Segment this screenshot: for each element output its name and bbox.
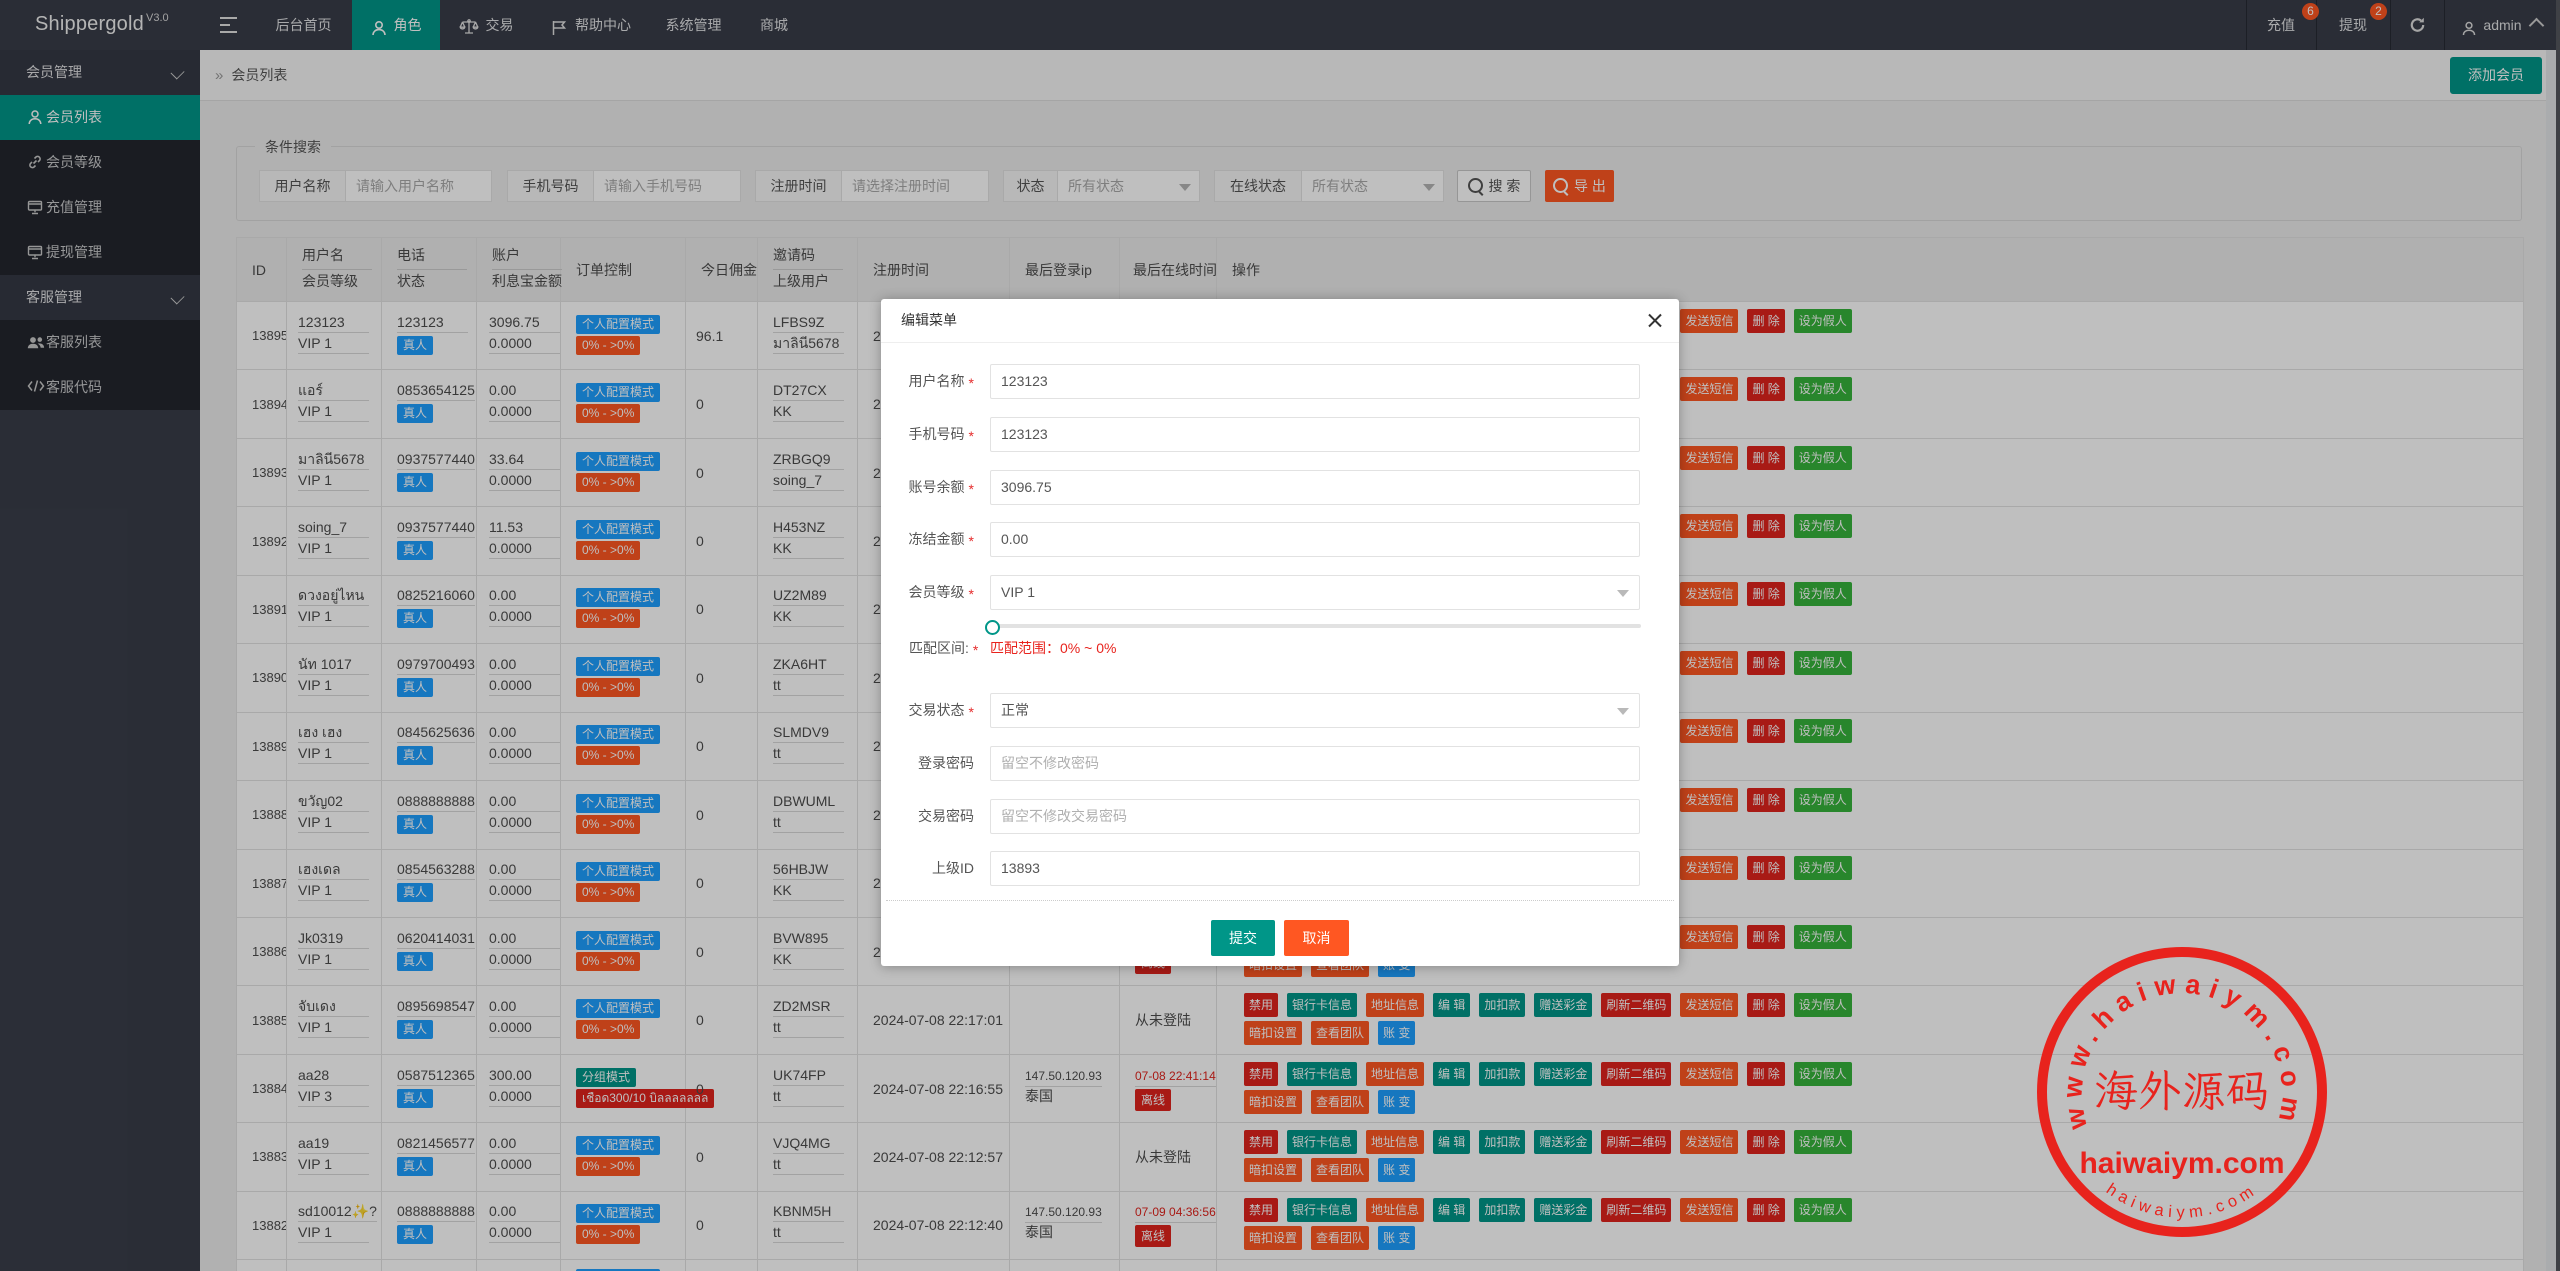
svg-text:haiwaiym.com: haiwaiym.com bbox=[2079, 1147, 2284, 1180]
svg-text:海外源码: 海外源码 bbox=[2094, 1061, 2270, 1119]
